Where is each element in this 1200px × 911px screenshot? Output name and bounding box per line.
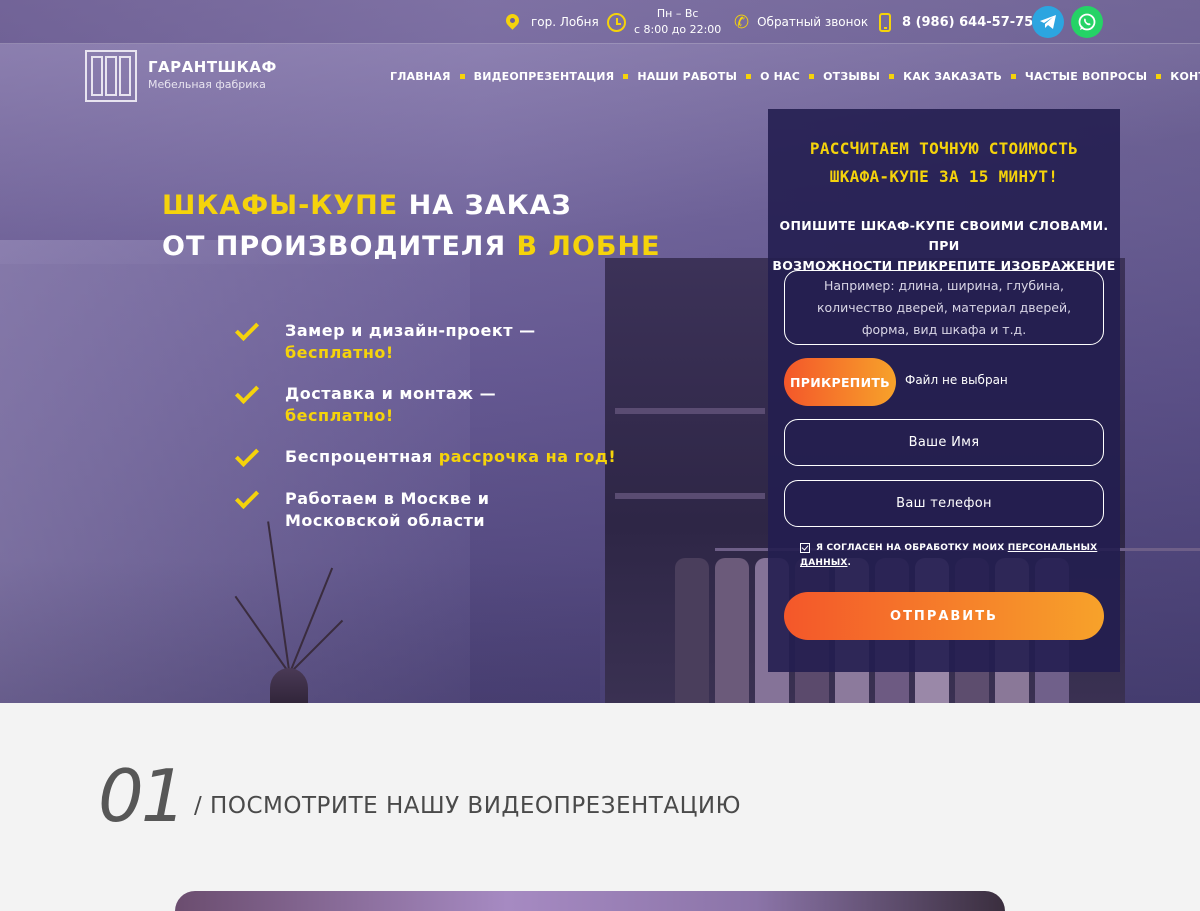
phone-link[interactable]: 8 (986) 644-57-75 bbox=[879, 0, 1033, 44]
city-label: гор. Лобня bbox=[531, 15, 599, 29]
form-title-line-2: ШКАФА-КУПЕ ЗА 15 МИНУТ! bbox=[829, 167, 1059, 186]
brand-name[interactable]: ГАРАНТШКАФ bbox=[148, 58, 277, 76]
nav-item-about[interactable]: О НАС bbox=[760, 70, 800, 83]
whatsapp-link[interactable] bbox=[1071, 0, 1103, 44]
hours-info: Пн – Вс с 8:00 до 22:00 bbox=[607, 0, 721, 44]
mobile-icon bbox=[879, 12, 891, 32]
hero-title: ШКАФЫ-КУПЕ НА ЗАКАЗ ОТ ПРОИЗВОДИТЕЛЯ В Л… bbox=[162, 185, 661, 267]
benefit-accent: бесплатно! bbox=[285, 406, 394, 425]
city-info: гор. Лобня bbox=[506, 0, 599, 44]
benefit-item: Замер и дизайн-проект — бесплатно! bbox=[234, 316, 535, 362]
consent-checkbox[interactable] bbox=[800, 543, 810, 553]
benefit-item: Доставка и монтаж — бесплатно! bbox=[234, 379, 496, 425]
nav-item-faq[interactable]: ЧАСТЫЕ ВОПРОСЫ bbox=[1025, 70, 1147, 83]
form-title: РАССЧИТАЕМ ТОЧНУЮ СТОИМОСТЬ ШКАФА-КУПЕ З… bbox=[768, 135, 1120, 191]
nav-item-works[interactable]: НАШИ РАБОТЫ bbox=[637, 70, 737, 83]
brand-tagline: Мебельная фабрика bbox=[148, 78, 266, 91]
nav-item-contacts[interactable]: КОНТАКТЫ bbox=[1170, 70, 1200, 83]
section-number: 01 bbox=[98, 754, 187, 838]
consent-end: . bbox=[847, 558, 852, 568]
phone-icon: ✆ bbox=[734, 11, 750, 33]
nav-item-how-to-order[interactable]: КАК ЗАКАЗАТЬ bbox=[903, 70, 1002, 83]
file-status: Файл не выбран bbox=[905, 373, 1008, 387]
benefit-text: Замер и дизайн-проект — bbox=[285, 321, 536, 340]
logo-icon[interactable] bbox=[85, 50, 137, 102]
hero-title-accent-1: ШКАФЫ-КУПЕ bbox=[162, 190, 399, 221]
benefit-item: Беспроцентная рассрочка на год! bbox=[234, 442, 616, 468]
telegram-link[interactable] bbox=[1032, 0, 1064, 44]
hours-days: Пн – Вс bbox=[656, 7, 699, 20]
nav-item-reviews[interactable]: ОТЗЫВЫ bbox=[823, 70, 880, 83]
callback-link[interactable]: ✆ Обратный звонок bbox=[734, 0, 868, 44]
hero-title-accent-2: В ЛОБНЕ bbox=[516, 231, 661, 262]
benefit-accent: бесплатно! bbox=[285, 343, 394, 362]
location-pin-icon bbox=[506, 14, 519, 31]
nav-item-home[interactable]: ГЛАВНАЯ bbox=[390, 70, 451, 83]
form-subtitle: ОПИШИТЕ ШКАФ-КУПЕ СВОИМИ СЛОВАМИ. ПРИ ВО… bbox=[768, 216, 1120, 276]
benefit-text: Работаем в Москве и Московской области bbox=[285, 489, 490, 530]
phone-field[interactable] bbox=[784, 480, 1104, 527]
top-bar: гор. Лобня Пн – Вс с 8:00 до 22:00 ✆ Обр… bbox=[0, 0, 1200, 44]
benefit-item: Работаем в Москве и Московской области bbox=[234, 484, 489, 530]
name-field[interactable] bbox=[784, 419, 1104, 466]
consent-text: Я СОГЛАСЕН НА ОБРАБОТКУ МОИХ bbox=[816, 543, 1008, 553]
main-nav: ГЛАВНАЯ ВИДЕОПРЕЗЕНТАЦИЯ НАШИ РАБОТЫ О Н… bbox=[390, 66, 1200, 86]
quote-form: РАССЧИТАЕМ ТОЧНУЮ СТОИМОСТЬ ШКАФА-КУПЕ З… bbox=[768, 109, 1120, 672]
benefit-text: Доставка и монтаж — bbox=[285, 384, 497, 403]
consent-row: Я СОГЛАСЕН НА ОБРАБОТКУ МОИХ ПЕРСОНАЛЬНЫ… bbox=[800, 541, 1100, 571]
description-field[interactable] bbox=[784, 270, 1104, 345]
video-preview[interactable] bbox=[175, 891, 1005, 911]
section-title: / ПОСМОТРИТЕ НАШУ ВИДЕОПРЕЗЕНТАЦИЮ bbox=[194, 793, 741, 819]
vase-decor bbox=[270, 668, 308, 703]
hero-title-rest-2: ОТ ПРОИЗВОДИТЕЛЯ bbox=[162, 231, 517, 262]
clock-icon bbox=[607, 12, 626, 32]
form-title-line-1: РАССЧИТАЕМ ТОЧНУЮ СТОИМОСТЬ bbox=[809, 139, 1079, 158]
submit-button[interactable]: ОТПРАВИТЬ bbox=[784, 592, 1104, 640]
benefit-text: Беспроцентная bbox=[285, 447, 439, 466]
hours-time: с 8:00 до 22:00 bbox=[634, 23, 722, 36]
benefit-accent: рассрочка на год! bbox=[438, 447, 617, 466]
nav-item-video[interactable]: ВИДЕОПРЕЗЕНТАЦИЯ bbox=[474, 70, 615, 83]
hero-title-rest-1: НА ЗАКАЗ bbox=[398, 190, 572, 221]
callback-label: Обратный звонок bbox=[757, 15, 869, 29]
whatsapp-icon bbox=[1071, 6, 1103, 38]
attach-button[interactable]: ПРИКРЕПИТЬ bbox=[784, 358, 896, 406]
phone-number: 8 (986) 644-57-75 bbox=[902, 14, 1034, 30]
telegram-icon bbox=[1032, 6, 1064, 38]
form-subtitle-line-1: ОПИШИТЕ ШКАФ-КУПЕ СВОИМИ СЛОВАМИ. ПРИ bbox=[779, 218, 1109, 253]
